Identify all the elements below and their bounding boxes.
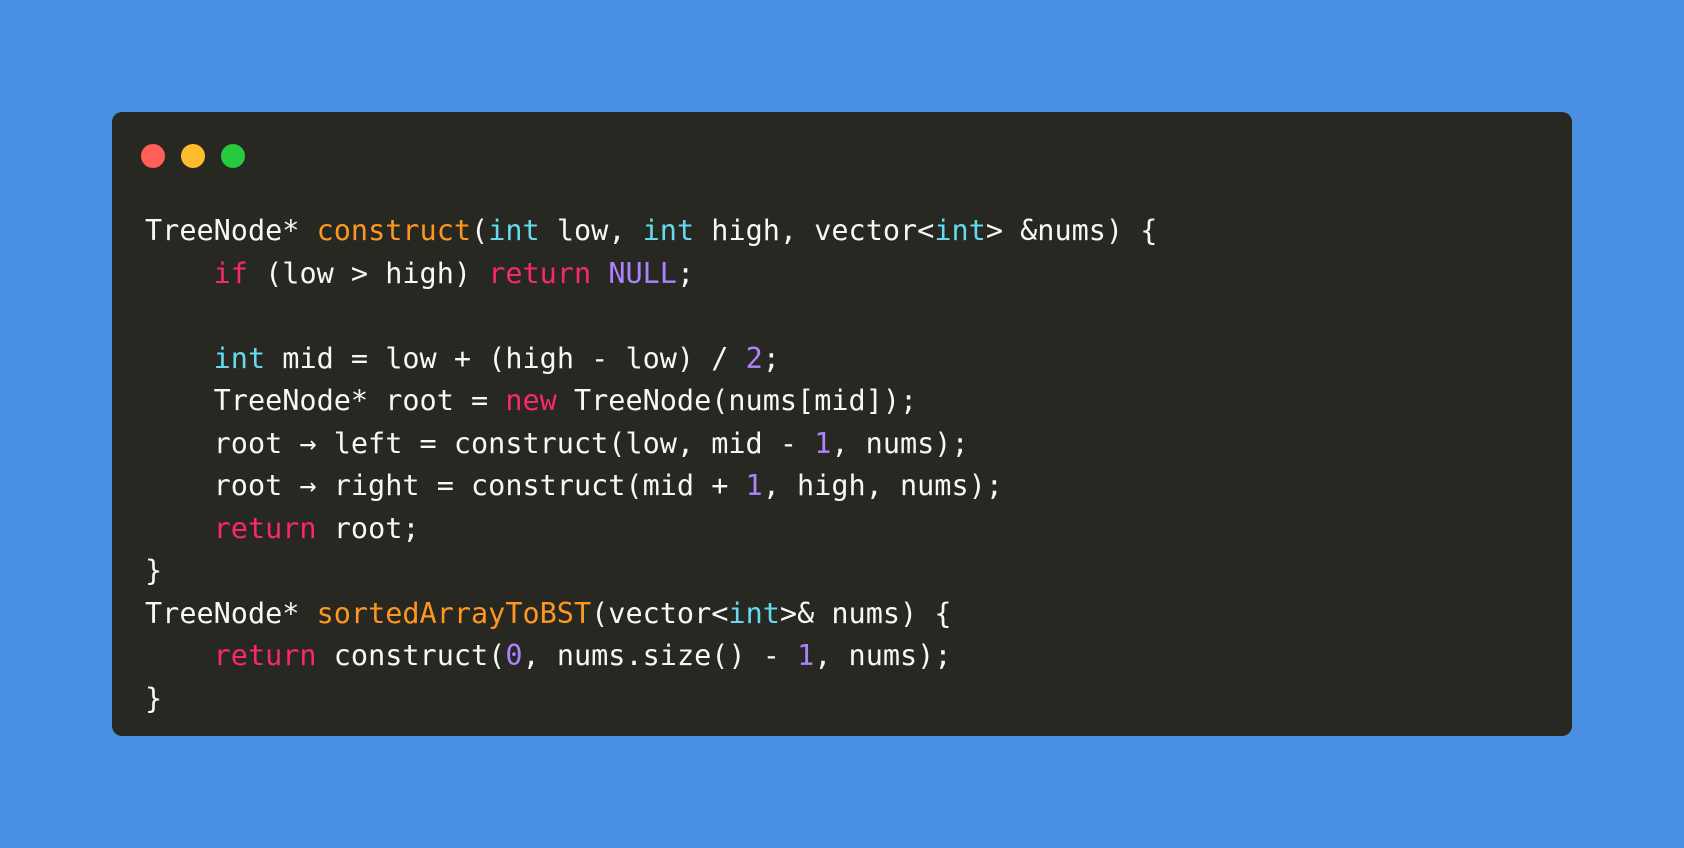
code-token: return <box>213 639 317 672</box>
code-token: , high, nums); <box>762 469 1003 502</box>
code-token: TreeNode* <box>145 596 317 630</box>
code-token: TreeNode* root = <box>145 384 506 417</box>
code-token: , nums); <box>814 639 952 672</box>
code-token: int <box>728 596 780 630</box>
code-token: root; <box>316 511 420 545</box>
code-token: (low > high) <box>247 256 489 290</box>
code-token: int <box>488 214 540 247</box>
maximize-dot-icon[interactable] <box>221 144 245 168</box>
code-token: 1 <box>814 426 832 460</box>
code-token: } <box>145 554 163 587</box>
code-line: int mid = low + (high - low) / 2; <box>145 338 1157 381</box>
code-token: 1 <box>745 469 763 502</box>
code-token: } <box>145 681 163 715</box>
code-line: } <box>145 550 1157 593</box>
code-line: root → left = construct(low, mid - 1, nu… <box>145 423 1157 466</box>
code-line: return root; <box>145 508 1157 551</box>
code-token: ; <box>676 256 695 290</box>
code-token: ( <box>471 214 489 247</box>
code-line: TreeNode* root = new TreeNode(nums[mid])… <box>145 380 1157 423</box>
code-token: return <box>488 256 592 290</box>
code-token: TreeNode(nums[mid]); <box>556 384 918 417</box>
code-token: ; <box>762 341 780 375</box>
code-token: sortedArrayToBST <box>316 596 592 630</box>
code-token: >& nums) { <box>779 596 952 630</box>
code-token: 2 <box>745 341 763 375</box>
code-token: , nums); <box>831 426 969 460</box>
code-token: int <box>642 214 695 247</box>
code-line: root → right = construct(mid + 1, high, … <box>145 465 1157 508</box>
code-token: if <box>213 256 248 290</box>
code-token: NULL <box>608 256 677 290</box>
minimize-dot-icon[interactable] <box>181 144 205 168</box>
code-token: > &nums) { <box>985 214 1158 247</box>
code-token: construct <box>316 214 472 247</box>
code-token: (vector< <box>591 596 729 630</box>
code-token: TreeNode* <box>145 214 317 247</box>
code-block: TreeNode* construct(int low, int high, v… <box>145 210 1157 720</box>
code-line: if (low > high) return NULL; <box>145 253 1157 296</box>
code-token: construct( <box>316 639 506 672</box>
code-token: 0 <box>505 639 523 672</box>
code-token: low, <box>539 214 643 247</box>
code-line: return construct(0, nums.size() - 1, num… <box>145 635 1157 678</box>
code-line: TreeNode* sortedArrayToBST(vector<int>& … <box>145 593 1157 636</box>
code-token: mid = low + (high - low) / <box>265 341 746 375</box>
code-token: return <box>213 511 317 545</box>
close-dot-icon[interactable] <box>141 144 165 168</box>
code-window: TreeNode* construct(int low, int high, v… <box>112 112 1572 736</box>
code-token: root → left = construct(low, mid - <box>145 426 815 460</box>
code-token: new <box>505 384 557 417</box>
code-line: TreeNode* construct(int low, int high, v… <box>145 210 1157 253</box>
code-token: high, vector< <box>694 214 935 247</box>
code-token: 1 <box>797 639 815 672</box>
code-token: int <box>934 214 986 247</box>
code-token: , nums.size() - <box>522 639 798 672</box>
code-token: root → right = construct(mid + <box>145 469 746 502</box>
code-token: int <box>213 341 266 375</box>
code-line: } <box>145 678 1157 721</box>
